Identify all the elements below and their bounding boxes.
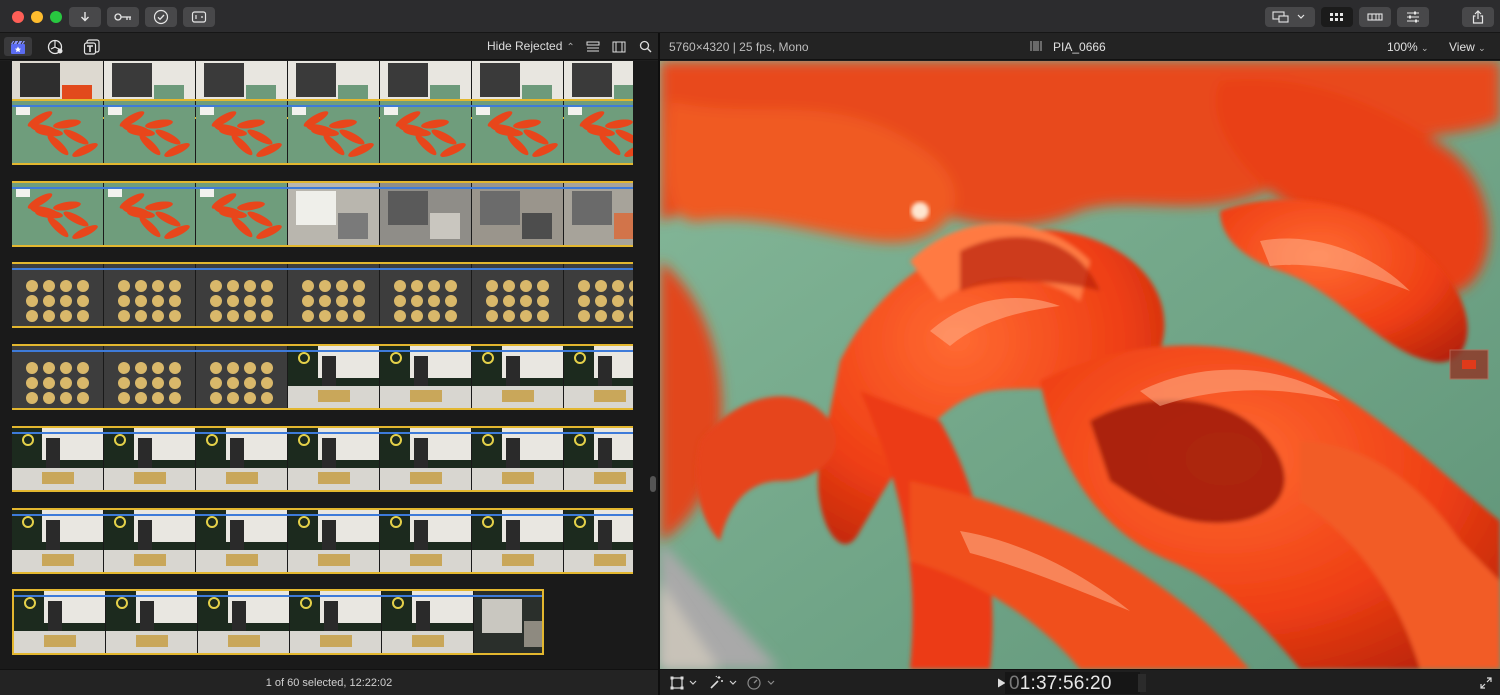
filmstrip-view-button[interactable] <box>611 37 627 56</box>
timecode-divider <box>1138 674 1146 692</box>
photos-audio-icon <box>47 39 63 54</box>
clip-filter-menu[interactable]: Hide Rejected ⌃ <box>487 39 575 53</box>
browser-search-button[interactable] <box>637 37 653 56</box>
viewer-footer: 01:37:56:20 <box>660 669 1500 695</box>
titles-generators-tab[interactable] <box>81 37 103 56</box>
clip-thumbnail-icon <box>1030 41 1042 51</box>
background-tasks-icon <box>153 9 169 25</box>
clip-name: PIA_0666 <box>1053 40 1106 54</box>
inspector-icon <box>1407 11 1419 23</box>
zoom-window-button[interactable] <box>50 11 62 23</box>
chevron-down-icon <box>689 680 697 685</box>
timecode-display[interactable]: 01:37:56:20 <box>1009 673 1112 695</box>
clip-filmstrip[interactable] <box>12 344 633 410</box>
filmstrip-frames <box>12 101 633 163</box>
chevron-down-icon: ⌄ <box>1478 43 1486 53</box>
share-button[interactable] <box>1462 7 1494 27</box>
clip-filmstrip[interactable] <box>12 508 633 574</box>
clip-filmstrip[interactable] <box>12 181 633 247</box>
share-icon <box>1472 10 1484 24</box>
timecode-leading-digit: 0 <box>1009 673 1020 694</box>
filmstrip-frames <box>12 428 633 490</box>
chevron-down-icon: ⌄ <box>1421 43 1429 53</box>
up-down-chevron-icon: ⌃ <box>566 42 575 53</box>
timeline-toggle-button[interactable] <box>1359 7 1391 27</box>
filmstrip-icon <box>612 41 626 52</box>
zoom-menu[interactable]: 100% ⌄ <box>1387 40 1429 54</box>
clip-format-info: 5760×4320 | 25 fps, Mono <box>669 40 809 54</box>
clip-appearance-button[interactable] <box>585 37 601 56</box>
viewer-header: 5760×4320 | 25 fps, Mono PIA_0666 100% ⌄… <box>660 33 1500 60</box>
selection-status: 1 of 60 selected, 12:22:02 <box>265 677 393 689</box>
chevron-down-icon <box>729 680 737 685</box>
library-properties-button[interactable] <box>183 7 215 27</box>
import-icon <box>81 12 89 22</box>
library-properties-icon <box>191 11 207 23</box>
retime-menu[interactable] <box>746 675 775 691</box>
fullscreen-icon[interactable] <box>1480 677 1492 689</box>
browser-header: Hide Rejected ⌃ <box>0 33 658 60</box>
clip-filmstrip[interactable] <box>12 99 633 165</box>
transform-tools-menu[interactable] <box>670 676 697 690</box>
view-menu[interactable]: View ⌄ <box>1449 40 1486 54</box>
viewer-canvas[interactable] <box>660 61 1500 669</box>
keyword-editor-button[interactable] <box>107 7 139 27</box>
browser-toggle-button[interactable] <box>1321 7 1353 27</box>
browser-footer: 1 of 60 selected, 12:22:02 <box>0 669 658 695</box>
background-tasks-button[interactable] <box>145 7 177 27</box>
clip-filmstrip[interactable] <box>12 426 633 492</box>
clip-filmstrip[interactable] <box>12 589 544 655</box>
view-menu-label: View <box>1449 40 1475 54</box>
title-bar <box>0 0 1500 33</box>
filmstrip-frames <box>14 591 542 653</box>
workspace-layout-button[interactable] <box>1265 7 1315 27</box>
import-button[interactable] <box>69 7 101 27</box>
libraries-icon <box>11 40 25 54</box>
photos-audio-tab[interactable] <box>44 37 66 56</box>
clip-filmstrip[interactable] <box>12 262 633 328</box>
timeline-icon <box>1367 13 1383 21</box>
chevron-down-icon <box>767 680 775 685</box>
keyword-icon <box>114 13 131 21</box>
timecode-value: 1:37:56:20 <box>1019 673 1112 694</box>
close-window-button[interactable] <box>12 11 24 23</box>
libraries-tab[interactable] <box>4 37 32 56</box>
browser-icon <box>1330 13 1343 21</box>
clip-filter-label: Hide Rejected <box>487 39 563 53</box>
viewer-frame-image <box>660 61 1500 669</box>
filmstrip-frames <box>12 346 633 408</box>
zoom-level-label: 100% <box>1387 40 1418 54</box>
titles-generators-icon <box>83 38 100 55</box>
search-icon <box>639 40 651 53</box>
inspector-toggle-button[interactable] <box>1397 7 1429 27</box>
panel-resize-handle[interactable] <box>650 476 656 492</box>
window-layout-icon <box>1272 11 1289 23</box>
filmstrip-frames <box>12 183 633 245</box>
enhancements-menu[interactable] <box>708 675 737 691</box>
clip-appearance-icon <box>586 41 600 51</box>
magic-wand-icon <box>710 675 723 689</box>
filmstrip-frames <box>12 264 633 326</box>
chevron-down-icon <box>1297 14 1305 19</box>
filmstrip-frames <box>12 510 633 572</box>
minimize-window-button[interactable] <box>31 11 43 23</box>
event-browser[interactable] <box>0 61 658 669</box>
transform-icon <box>670 676 684 690</box>
speedometer-icon <box>747 676 761 690</box>
